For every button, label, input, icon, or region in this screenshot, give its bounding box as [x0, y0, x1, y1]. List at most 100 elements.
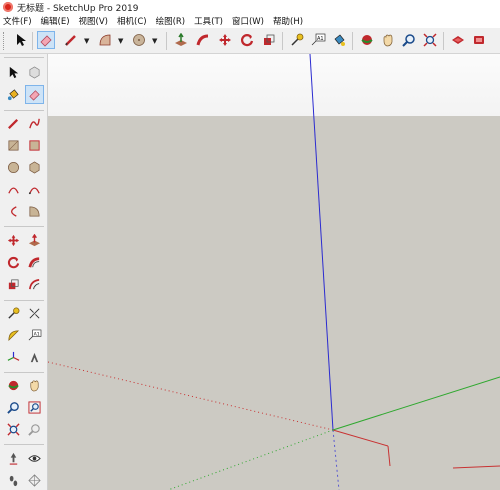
pan-tool-button[interactable]: [25, 376, 44, 395]
tape-measure-tool-button[interactable]: [4, 304, 23, 323]
pencil-icon: [65, 35, 76, 46]
polygon-icon: [29, 161, 40, 174]
rectangle-tool-button[interactable]: [4, 136, 23, 155]
sketchup-logo-icon: [3, 2, 13, 12]
menu-draw[interactable]: 绘图(R): [156, 15, 186, 27]
pan-tool-button[interactable]: [379, 31, 397, 49]
arc-icon: [8, 187, 19, 194]
polygon-tool-button[interactable]: [25, 158, 44, 177]
tape-measure-tool-button[interactable]: [288, 31, 306, 49]
menu-tools[interactable]: 工具(T): [194, 15, 223, 27]
eraser-tool-button[interactable]: [37, 31, 55, 49]
arc-tool-button[interactable]: [96, 31, 114, 49]
select-tool-button[interactable]: [12, 31, 30, 49]
hand-pan-icon: [383, 34, 393, 47]
toolbar-grip[interactable]: [3, 32, 6, 50]
arc-dropdown-chevron-down-icon[interactable]: ▼: [118, 37, 123, 45]
line-tool-button[interactable]: [4, 114, 23, 133]
rotate-tool-button[interactable]: [4, 253, 23, 272]
position-camera-tool-button[interactable]: [4, 449, 23, 468]
paint-bucket-tool-button[interactable]: [4, 85, 23, 104]
drawing-axes: [48, 54, 500, 490]
move-tool-button[interactable]: [4, 231, 23, 250]
paint-bucket-icon: [7, 89, 19, 101]
zoom-extents-tool-button[interactable]: [4, 420, 23, 439]
shape-dropdown-chevron-down-icon[interactable]: ▼: [152, 37, 157, 45]
line-tool-button[interactable]: [62, 31, 80, 49]
toolbar-grip[interactable]: [4, 57, 44, 58]
protractor-tool-button[interactable]: [4, 326, 23, 345]
text-tool-button[interactable]: A1: [309, 31, 327, 49]
extension-warehouse-button[interactable]: [470, 31, 488, 49]
magnifier-zoom-icon: [7, 402, 19, 414]
offset-tool-button[interactable]: [25, 275, 44, 294]
rotated-rectangle-tool-button[interactable]: [25, 136, 44, 155]
menu-window[interactable]: 窗口(W): [232, 15, 264, 27]
extension-warehouse-icon: [474, 36, 484, 44]
select-tool-button[interactable]: [4, 63, 23, 82]
toolbar-separator: [443, 32, 444, 50]
push-pull-tool-button[interactable]: [25, 231, 44, 250]
pie-tool-button[interactable]: [25, 202, 44, 221]
previous-view-button[interactable]: [25, 420, 44, 439]
dimension-tool-button[interactable]: [25, 304, 44, 323]
menu-bar: 文件(F) 编辑(E) 视图(V) 相机(C) 绘图(R) 工具(T) 窗口(W…: [0, 14, 500, 28]
3d-text-tool-button[interactable]: [25, 348, 44, 367]
orbit-tool-button[interactable]: [358, 31, 376, 49]
tape-measure-icon: [291, 33, 304, 46]
modeling-viewport[interactable]: [48, 54, 500, 490]
warehouse-icon: [452, 36, 464, 44]
title-bar: 无标题 - SketchUp Pro 2019: [0, 0, 500, 14]
scale-tool-button[interactable]: [4, 275, 23, 294]
eraser-icon: [29, 90, 40, 101]
text-tool-button[interactable]: A1: [25, 326, 44, 345]
left-toolbar: A1: [0, 54, 48, 490]
3d-warehouse-button[interactable]: [449, 31, 467, 49]
menu-help[interactable]: 帮助(H): [273, 15, 303, 27]
toolbar-separator: [4, 226, 44, 227]
zoom-tool-button[interactable]: [400, 31, 418, 49]
make-component-button[interactable]: [25, 63, 44, 82]
menu-camera[interactable]: 相机(C): [117, 15, 147, 27]
follow-me-tool-button[interactable]: [194, 31, 212, 49]
look-around-tool-button[interactable]: [25, 449, 44, 468]
eraser-tool-button[interactable]: [25, 85, 44, 104]
orbit-tool-button[interactable]: [4, 376, 23, 395]
section-plane-tool-button[interactable]: [25, 471, 44, 490]
paint-bucket-tool-button[interactable]: [330, 31, 348, 49]
push-pull-icon: [28, 234, 41, 247]
freehand-tool-button[interactable]: [25, 114, 44, 133]
zoom-extents-icon: [423, 33, 437, 47]
two-point-arc-tool-button[interactable]: [25, 180, 44, 199]
line-dropdown-chevron-down-icon[interactable]: ▼: [84, 37, 89, 45]
shape-tool-button[interactable]: [130, 31, 148, 49]
rotate-icon: [240, 34, 254, 47]
arc-tool-button[interactable]: [4, 180, 23, 199]
menu-file[interactable]: 文件(F): [3, 15, 32, 27]
walk-tool-button[interactable]: [4, 471, 23, 490]
menu-edit[interactable]: 编辑(E): [41, 15, 70, 27]
three-point-arc-tool-button[interactable]: [4, 202, 23, 221]
zoom-tool-button[interactable]: [4, 398, 23, 417]
toolbar-separator: [166, 32, 167, 50]
circle-shape-icon: [133, 34, 145, 46]
circle-tool-button[interactable]: [4, 158, 23, 177]
move-tool-button[interactable]: [216, 31, 234, 49]
zoom-extents-icon: [7, 423, 20, 436]
zoom-window-tool-button[interactable]: [25, 398, 44, 417]
toolbar-separator: [4, 444, 44, 445]
axes-tool-button[interactable]: [4, 348, 23, 367]
component-icon: [29, 66, 40, 79]
rotate-tool-button[interactable]: [238, 31, 256, 49]
push-pull-tool-button[interactable]: [172, 31, 190, 49]
pie-icon: [29, 206, 40, 217]
paint-bucket-icon: [334, 34, 345, 46]
rotated-rectangle-icon: [29, 140, 40, 151]
follow-me-tool-button[interactable]: [25, 253, 44, 272]
menu-view[interactable]: 视图(V): [79, 15, 108, 27]
scale-tool-button[interactable]: [260, 31, 278, 49]
magnifier-zoom-icon: [402, 34, 415, 47]
toolbar-separator: [282, 32, 283, 50]
zoom-extents-tool-button[interactable]: [421, 31, 439, 49]
eraser-icon: [40, 35, 52, 47]
